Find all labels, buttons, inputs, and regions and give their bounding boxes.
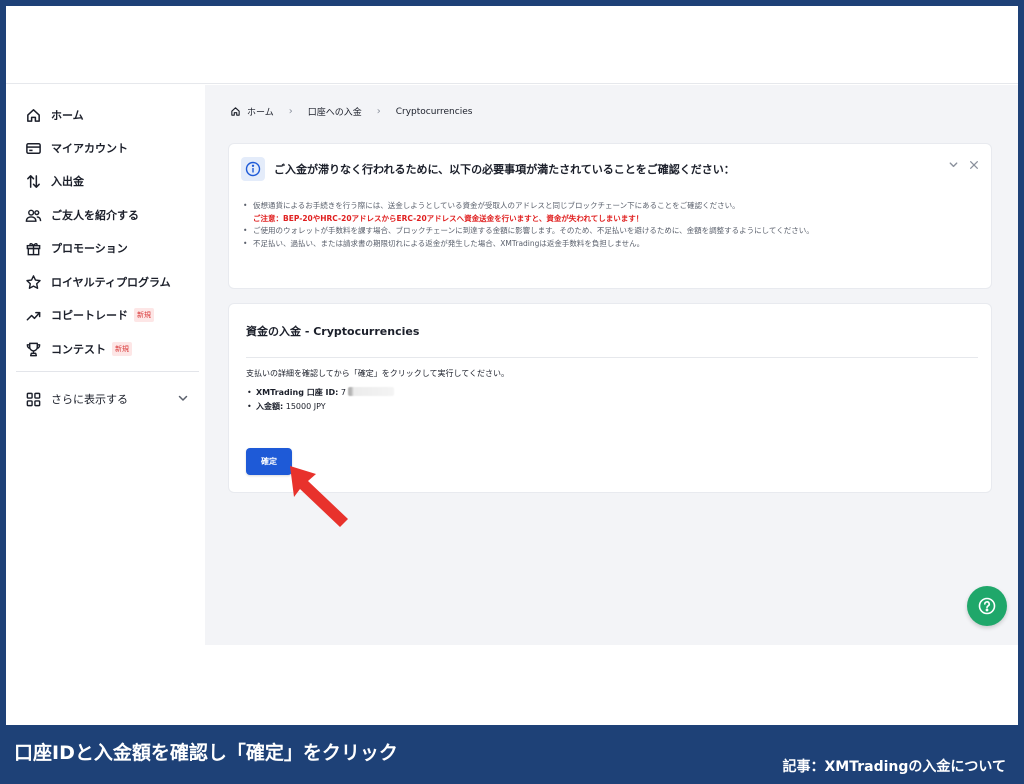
list-item: 仮想通貨によるお手続きを行う際には、送金しようとしている資金が受取人のアドレスと… [243, 200, 983, 225]
trend-up-icon [24, 306, 42, 324]
help-button[interactable] [967, 586, 1007, 626]
list-item: 不足払い、過払い、または請求書の期限切れによる返金が発生した場合、XMTradi… [243, 238, 983, 251]
sidebar-item-loyalty[interactable]: ロイヤルティプログラム [24, 270, 171, 294]
breadcrumb-home-label: ホーム [247, 108, 274, 118]
new-badge: 新規 [112, 342, 132, 356]
notice-panel: ご入金が滞りなく行われるために、以下の必要事項が満たされていることをご確認くださ… [228, 143, 992, 289]
account-id-value: 7 [340, 388, 346, 397]
chevron-down-icon[interactable] [177, 392, 189, 404]
main-content: ホーム › 口座への入金 › Cryptocurrencies ご入金が滞りなく… [205, 85, 1018, 645]
sidebar-item-contest[interactable]: コンテスト 新規 [24, 337, 132, 361]
instruction-text: 支払いの詳細を確認してから「確定」をクリックして実行してください。 [246, 369, 510, 378]
grid-icon [24, 390, 42, 408]
payment-details: XMTrading 口座 ID: 7 入金額: 15000 JPY [246, 386, 394, 414]
sidebar-divider [16, 371, 199, 372]
amount-label: 入金額: [256, 402, 284, 411]
chevron-down-icon[interactable] [948, 159, 959, 170]
breadcrumb-deposit[interactable]: 口座への入金 [308, 105, 362, 118]
amount-row: 入金額: 15000 JPY [246, 400, 394, 414]
caption-article-link: 記事：XMTradingの入金について [782, 759, 1006, 775]
sidebar-item-label: プロモーション [51, 242, 128, 255]
notice-header: ご入金が滞りなく行われるために、以下の必要事項が満たされていることをご確認くださ… [241, 156, 735, 182]
sidebar-item-show-more[interactable]: さらに表示する [24, 387, 128, 411]
chevron-right-icon: › [288, 106, 293, 117]
divider [246, 357, 978, 358]
sidebar-item-refer-friend[interactable]: ご友人を紹介する [24, 203, 139, 227]
caption-title: 口座IDと入金額を確認し「確定」をクリック [14, 742, 398, 764]
notice-item-text: 仮想通貨によるお手続きを行う際には、送金しようとしている資金が受取人のアドレスと… [253, 201, 740, 210]
close-icon[interactable] [969, 160, 979, 170]
account-id-row: XMTrading 口座 ID: 7 [246, 386, 394, 400]
sidebar-item-label: マイアカウント [51, 142, 128, 155]
sidebar-item-my-account[interactable]: マイアカウント [24, 136, 128, 160]
sidebar-item-label: 入出金 [51, 175, 84, 188]
chevron-right-icon: › [376, 106, 381, 117]
sidebar: ホーム マイアカウント 入出金 ご友人を紹介する プロモーション ロイヤルティプ… [6, 85, 205, 725]
sidebar-item-label: ホーム [51, 109, 84, 122]
home-icon [24, 106, 42, 124]
sidebar-item-copy-trade[interactable]: コピートレード 新規 [24, 303, 154, 327]
sidebar-item-home[interactable]: ホーム [24, 103, 84, 127]
amount-value: 15000 JPY [285, 402, 326, 411]
credit-card-icon [24, 139, 42, 157]
redacted-account-id [347, 387, 394, 396]
sidebar-item-label: さらに表示する [51, 393, 128, 406]
notice-controls [948, 159, 979, 170]
notice-title: ご入金が滞りなく行われるために、以下の必要事項が満たされていることをご確認くださ… [274, 163, 735, 176]
sidebar-item-label: コンテスト [51, 343, 106, 356]
deposit-title: 資金の入金 - Cryptocurrencies [246, 325, 420, 338]
warning-text: ご注意：BEP-20やHRC-20アドレスからERC-20アドレスへ資金送金を行… [253, 213, 644, 223]
trophy-icon [24, 340, 42, 358]
app-window: ホーム マイアカウント 入出金 ご友人を紹介する プロモーション ロイヤルティプ… [6, 6, 1018, 725]
sidebar-item-label: ロイヤルティプログラム [51, 276, 171, 289]
sidebar-item-deposit-withdraw[interactable]: 入出金 [24, 169, 84, 193]
swap-arrows-icon [24, 172, 42, 190]
breadcrumb: ホーム › 口座への入金 › Cryptocurrencies [230, 105, 472, 118]
users-icon [24, 206, 42, 224]
notice-list: 仮想通貨によるお手続きを行う際には、送金しようとしている資金が受取人のアドレスと… [243, 200, 983, 250]
annotation-arrow [290, 466, 348, 527]
list-item: ご使用のウォレットが手数料を課す場合、ブロックチェーンに到達する金額に影響します… [243, 225, 983, 238]
gift-icon [24, 239, 42, 257]
top-bar [6, 6, 1018, 84]
new-badge: 新規 [134, 308, 154, 322]
sidebar-item-label: ご友人を紹介する [51, 209, 139, 222]
home-icon [231, 107, 240, 116]
account-id-label: XMTrading 口座 ID: [256, 388, 339, 397]
help-icon [978, 597, 996, 615]
breadcrumb-current: Cryptocurrencies [395, 106, 473, 117]
star-icon [24, 273, 42, 291]
info-icon [241, 157, 265, 181]
breadcrumb-home[interactable]: ホーム [230, 105, 274, 118]
sidebar-item-promotion[interactable]: プロモーション [24, 236, 128, 260]
sidebar-item-label: コピートレード [51, 309, 128, 322]
